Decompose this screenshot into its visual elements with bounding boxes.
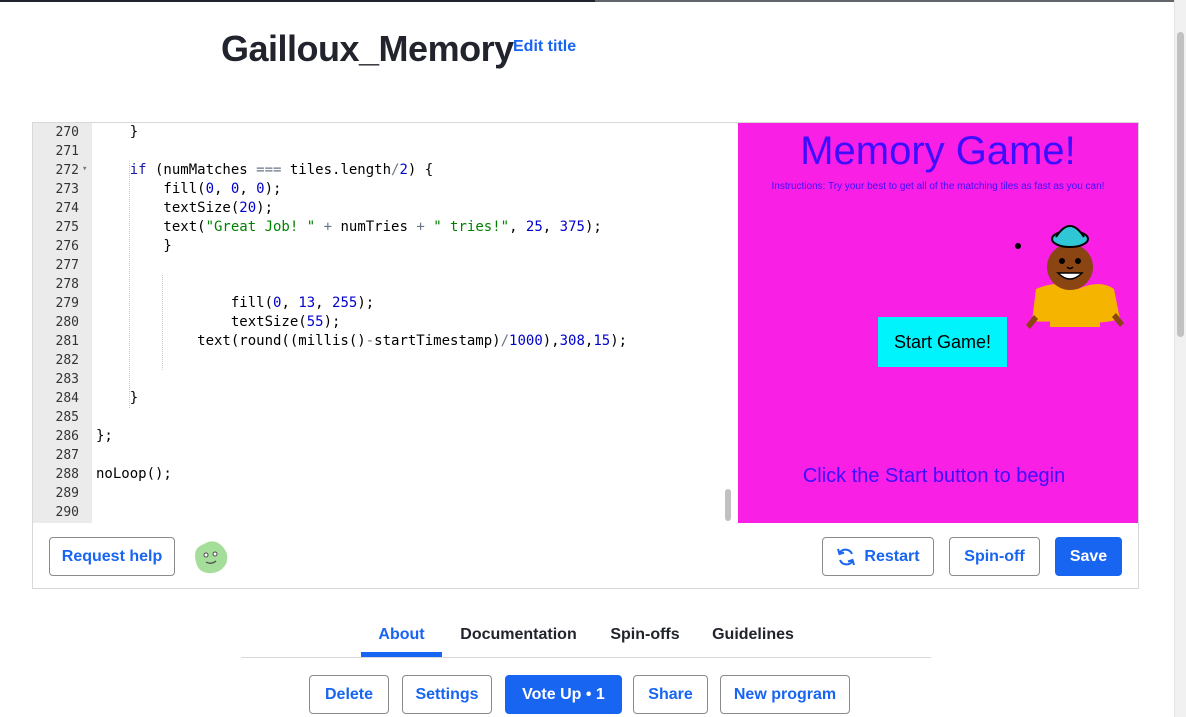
line-number: 271	[55, 144, 79, 159]
line-number: 287	[55, 448, 79, 463]
code-text: if (numMatches === tiles.length/2) {	[129, 162, 434, 178]
share-button[interactable]: Share	[633, 675, 708, 714]
line-number: 282	[55, 353, 79, 368]
code-text: textSize(20);	[96, 200, 274, 216]
tab-spin-offs[interactable]: Spin-offs	[601, 626, 689, 644]
fold-arrow-icon[interactable]: ▾	[82, 160, 87, 179]
line-number: 280	[55, 315, 79, 330]
code-line[interactable]: 289	[33, 484, 737, 503]
code-line[interactable]: 278	[33, 275, 737, 294]
program-title: Gailloux_Memory	[221, 28, 514, 69]
page-scrollbar[interactable]	[1174, 0, 1186, 717]
line-number: 279	[55, 296, 79, 311]
code-line[interactable]: 286};	[33, 427, 737, 446]
code-text: textSize(55);	[96, 314, 341, 330]
tab-guidelines[interactable]: Guidelines	[703, 626, 803, 644]
restart-button[interactable]: Restart	[822, 537, 934, 576]
code-text: noLoop();	[96, 466, 172, 482]
new-program-button[interactable]: New program	[720, 675, 850, 714]
line-number: 289	[55, 486, 79, 501]
code-line[interactable]: 280 textSize(55);	[33, 313, 737, 332]
line-number: 285	[55, 410, 79, 425]
spinoff-button[interactable]: Spin-off	[949, 537, 1040, 576]
edit-title-link[interactable]: Edit title	[513, 38, 576, 56]
green-blob-avatar-icon[interactable]	[190, 538, 230, 576]
line-number: 278	[55, 277, 79, 292]
restart-label: Restart	[864, 547, 920, 565]
game-instructions: Instructions: Try your best to get all o…	[771, 181, 1105, 192]
code-line[interactable]: 274 textSize(20);	[33, 199, 737, 218]
code-line[interactable]: 284 }	[33, 389, 737, 408]
request-help-button[interactable]: Request help	[49, 537, 175, 576]
line-number: 276	[55, 239, 79, 254]
character-illustration	[1026, 225, 1124, 329]
code-text: text("Great Job! " + numTries + " tries!…	[96, 219, 602, 235]
program-tabs: About Documentation Spin-offs Guidelines	[241, 620, 931, 658]
code-line[interactable]: 282	[33, 351, 737, 370]
line-number: 272	[55, 163, 79, 178]
code-line[interactable]: 270 }	[33, 123, 737, 142]
code-line[interactable]: 283	[33, 370, 737, 389]
settings-button[interactable]: Settings	[402, 675, 492, 714]
code-text: fill(0, 0, 0);	[96, 181, 282, 197]
top-border	[0, 0, 1186, 2]
line-number: 281	[55, 334, 79, 349]
game-title: Memory Game!	[800, 129, 1076, 173]
line-number: 275	[55, 220, 79, 235]
tab-documentation[interactable]: Documentation	[451, 626, 586, 644]
line-number: 283	[55, 372, 79, 387]
page-scrollbar-thumb[interactable]	[1177, 32, 1184, 337]
code-line[interactable]: 271	[33, 142, 737, 161]
code-text: }	[96, 124, 139, 140]
indent-guide	[162, 275, 163, 370]
vote-up-button[interactable]: Vote Up • 1	[505, 675, 622, 714]
code-text: }	[96, 238, 172, 254]
code-line[interactable]: 287	[33, 446, 737, 465]
editor-scrollbar[interactable]	[725, 489, 731, 521]
code-text: }	[96, 390, 139, 406]
save-button[interactable]: Save	[1055, 537, 1122, 576]
code-line[interactable]: 281 text(round((millis()-startTimestamp)…	[33, 332, 737, 351]
line-number: 274	[55, 201, 79, 216]
code-line[interactable]: 272 ▾ if (numMatches === tiles.length/2) …	[33, 161, 737, 180]
code-text: };	[96, 428, 113, 444]
delete-button[interactable]: Delete	[309, 675, 389, 714]
line-number: 284	[55, 391, 79, 406]
code-line[interactable]: 290	[33, 503, 737, 522]
code-line[interactable]: 277	[33, 256, 737, 275]
line-number: 286	[55, 429, 79, 444]
start-hint-text: Click the Start button to begin	[802, 465, 1066, 487]
code-text: fill(0, 13, 255);	[96, 295, 375, 311]
line-number: 290	[55, 505, 79, 520]
code-line[interactable]: 273 fill(0, 0, 0);	[33, 180, 737, 199]
code-line[interactable]: 285	[33, 408, 737, 427]
code-line[interactable]: 276 }	[33, 237, 737, 256]
code-editor[interactable]: 270 } 271 272 ▾ if (numMatches === tiles.le…	[33, 123, 737, 523]
tab-about[interactable]: About	[361, 626, 442, 644]
indent-guide	[129, 161, 130, 408]
output-canvas[interactable]: Memory Game! Instructions: Try your best…	[738, 123, 1138, 523]
code-line[interactable]: 279 fill(0, 13, 255);	[33, 294, 737, 313]
line-number: 288	[55, 467, 79, 482]
start-game-button[interactable]: Start Game!	[878, 317, 1007, 367]
line-number: 273	[55, 182, 79, 197]
code-text: text(round((millis()-startTimestamp)/100…	[96, 333, 628, 349]
line-number: 277	[55, 258, 79, 273]
line-number: 270	[55, 125, 79, 140]
active-tab-indicator	[361, 652, 442, 657]
refresh-icon	[837, 548, 856, 565]
code-line[interactable]: 288 noLoop();	[33, 465, 737, 484]
code-line[interactable]: 275 text("Great Job! " + numTries + " tr…	[33, 218, 737, 237]
